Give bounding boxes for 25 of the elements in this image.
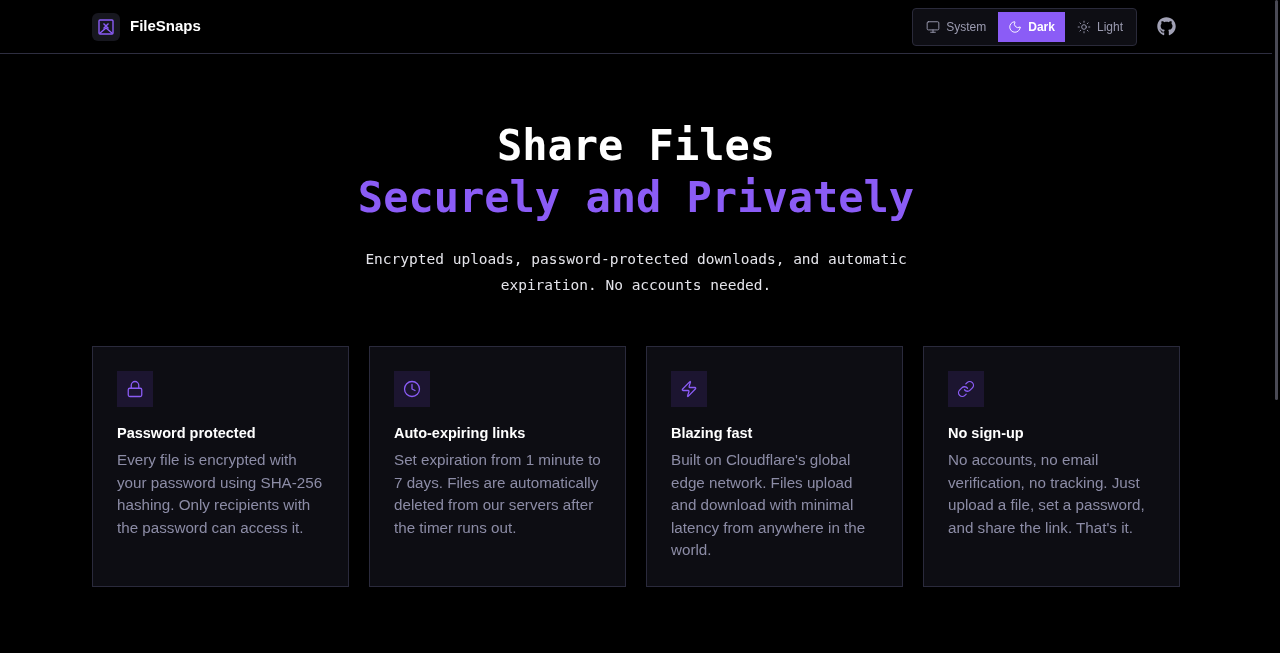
link-icon — [948, 371, 984, 407]
feature-title: Password protected — [117, 424, 257, 443]
feature-description: Set expiration from 1 minute to 7 days. Files are automatically deleted from our servers after the timer runs out. — [394, 450, 601, 538]
clock-icon — [394, 371, 430, 407]
hero-title: Share Files — [495, 120, 777, 172]
hero-title-accent: Securely and Privately — [357, 172, 915, 224]
brand-name[interactable]: FileSnaps — [130, 15, 201, 38]
logo-icon — [92, 12, 120, 41]
moon-icon — [1008, 19, 1023, 34]
sun-icon — [1076, 19, 1091, 34]
feature-description: Built on Cloudflare's global edge network. Files upload and download with minimal latency from anywhere in the world. — [671, 450, 867, 560]
scrollbar-thumb[interactable] — [1274, 0, 1278, 400]
github-icon[interactable] — [1157, 17, 1176, 36]
lock-icon — [117, 371, 153, 407]
feature-description: Every file is encrypted with your password using SHA-256 hashing. Only recipients with the password can access it. — [117, 450, 324, 538]
feature-title: Auto-expiring links — [394, 424, 527, 443]
feature-title: Blazing fast — [671, 424, 754, 443]
feature-description: No accounts, no email verification, no tracking. Just upload a file, set a password, and share the link. That's it. — [948, 450, 1146, 538]
theme-option[interactable]: System — [916, 11, 997, 42]
hero-subtitle: Encrypted uploads, password-protected downloads, and automatic expiration. No accounts needed. — [364, 250, 908, 295]
theme-option[interactable]: Dark — [998, 11, 1065, 42]
theme-option[interactable]: Light — [1066, 11, 1133, 42]
lightning-icon — [671, 371, 707, 407]
feature-title: No sign-up — [948, 424, 1025, 443]
monitor-icon — [926, 19, 941, 34]
